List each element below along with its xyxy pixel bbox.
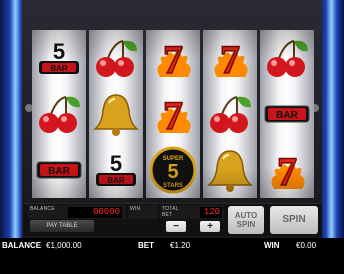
win-credit-label: WIN — [130, 206, 141, 212]
seven-symbol: 7 — [205, 33, 255, 83]
reel-2: 5 BAR — [89, 30, 143, 198]
bet-label: BET — [162, 212, 173, 218]
svg-text:5: 5 — [110, 151, 122, 176]
bet-plus-button[interactable]: + — [200, 221, 220, 232]
win-box: WIN — [128, 205, 158, 219]
seven-symbol: 7 — [148, 89, 198, 139]
total-bet-box: TOTAL BET 120 — [160, 205, 224, 219]
win-value: €0.00 — [296, 241, 317, 250]
auto-spin-label-1: AUTO — [234, 211, 258, 220]
svg-text:7: 7 — [277, 149, 297, 194]
bell-symbol — [91, 89, 141, 139]
balance-value: €1,000.00 — [46, 241, 82, 250]
balance-led: 00000 — [68, 207, 122, 218]
5bar-symbol: 5 BAR — [91, 145, 141, 195]
reel-1: 5 BAR BAR — [32, 30, 86, 198]
seven-symbol: 7 — [148, 33, 198, 83]
control-panel: BALANCE 00000 WIN PAY TABLE TOTAL BET 12… — [24, 203, 322, 236]
5bar-symbol: 5 BAR — [34, 33, 84, 83]
reel-4: 7 — [203, 30, 257, 198]
svg-text:BAR: BAR — [48, 166, 70, 177]
bell-symbol — [205, 145, 255, 195]
super5stars-symbol: SUPER 5 STARS — [148, 145, 198, 195]
balance-box: BALANCE 00000 — [28, 205, 126, 219]
balance-label: BALANCE — [2, 241, 42, 250]
bet-minus-button[interactable]: − — [166, 221, 186, 232]
svg-text:5: 5 — [167, 161, 178, 183]
reel-area: 5 BAR BAR 5 BAR 7 7 SUPER 5 STARS 7 BAR 7 — [32, 30, 314, 198]
reel-5: BAR 7 — [260, 30, 314, 198]
svg-text:BAR: BAR — [107, 176, 125, 185]
status-bar: BALANCE €1,000.00 BET €1.20 WIN €0.00 — [0, 238, 344, 274]
reel-3: 7 7 SUPER 5 STARS — [146, 30, 200, 198]
spin-button[interactable]: SPIN — [270, 206, 318, 234]
seven-symbol: 7 — [262, 145, 312, 195]
bet-value: €1.20 — [170, 241, 191, 250]
cherries-symbol — [34, 89, 84, 139]
auto-spin-label-2: SPIN — [236, 220, 256, 229]
win-label: WIN — [264, 241, 280, 250]
svg-text:7: 7 — [220, 37, 240, 82]
bet-label: BET — [138, 241, 154, 250]
svg-text:7: 7 — [163, 93, 183, 138]
svg-text:BAR: BAR — [50, 64, 68, 73]
pay-table-button[interactable]: PAY TABLE — [30, 220, 94, 232]
svg-text:STARS: STARS — [163, 183, 183, 189]
cherries-symbol — [205, 89, 255, 139]
bar-symbol: BAR — [262, 89, 312, 139]
cherries-symbol — [91, 33, 141, 83]
svg-text:5: 5 — [53, 39, 65, 64]
svg-text:BAR: BAR — [276, 110, 298, 121]
balance-credit-label: BALANCE — [30, 206, 55, 212]
bar-symbol: BAR — [34, 145, 84, 195]
auto-spin-button[interactable]: AUTO SPIN — [228, 206, 264, 234]
svg-text:7: 7 — [163, 37, 183, 82]
cherries-symbol — [262, 33, 312, 83]
total-bet-led: 120 — [200, 207, 222, 218]
